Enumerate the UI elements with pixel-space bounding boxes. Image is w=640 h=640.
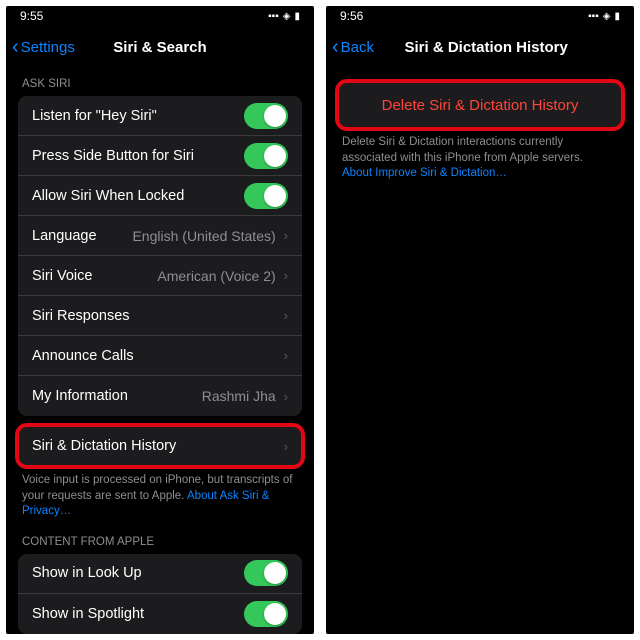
chevron-right-icon: › — [284, 389, 288, 404]
row-label: Listen for "Hey Siri" — [32, 108, 244, 124]
section-header-content: CONTENT FROM APPLE — [6, 522, 314, 554]
group-dictation-history: Siri & Dictation History › — [18, 426, 302, 466]
row-value: Rashmi Jha — [202, 388, 276, 404]
row-siri-voice[interactable]: Siri Voice American (Voice 2) › — [18, 256, 302, 296]
row-language[interactable]: Language English (United States) › — [18, 216, 302, 256]
row-value: English (United States) — [132, 228, 275, 244]
chevron-right-icon: › — [284, 439, 288, 454]
row-siri-responses[interactable]: Siri Responses › — [18, 296, 302, 336]
row-siri-dictation-history[interactable]: Siri & Dictation History › — [18, 426, 302, 466]
row-label: Press Side Button for Siri — [32, 148, 244, 164]
section-footer: Voice input is processed on iPhone, but … — [6, 466, 314, 522]
phone-right: 9:56 ▪▪▪ ◈ ▮ ‹ Back Siri & Dictation His… — [326, 6, 634, 634]
status-bar: 9:55 ▪▪▪ ◈ ▮ — [6, 6, 314, 26]
back-label: Back — [341, 39, 374, 56]
group-delete: Delete Siri & Dictation History — [338, 82, 622, 128]
row-label: Show in Look Up — [32, 565, 244, 581]
content: Delete Siri & Dictation History Delete S… — [326, 68, 634, 634]
status-time: 9:55 — [20, 9, 43, 23]
section-footer: Delete Siri & Dictation interactions cur… — [326, 128, 634, 184]
chevron-left-icon: ‹ — [332, 37, 339, 57]
page-title: Siri & Search — [113, 39, 206, 56]
row-hey-siri[interactable]: Listen for "Hey Siri" — [18, 96, 302, 136]
toggle-switch[interactable] — [244, 103, 288, 129]
chevron-right-icon: › — [284, 348, 288, 363]
toggle-switch[interactable] — [244, 143, 288, 169]
row-label: My Information — [32, 388, 202, 404]
row-label: Siri Responses — [32, 308, 284, 324]
row-label: Siri & Dictation History — [32, 438, 284, 454]
content: ASK SIRI Listen for "Hey Siri" Press Sid… — [6, 68, 314, 634]
row-my-information[interactable]: My Information Rashmi Jha › — [18, 376, 302, 416]
chevron-right-icon: › — [284, 228, 288, 243]
row-show-spotlight[interactable]: Show in Spotlight — [18, 594, 302, 634]
toggle-switch[interactable] — [244, 601, 288, 627]
row-side-button[interactable]: Press Side Button for Siri — [18, 136, 302, 176]
group-ask-siri: Listen for "Hey Siri" Press Side Button … — [18, 96, 302, 416]
status-icons: ▪▪▪ ◈ ▮ — [268, 11, 300, 22]
signal-icon: ▪▪▪ — [588, 11, 599, 22]
wifi-icon: ◈ — [283, 11, 291, 22]
back-label: Settings — [21, 39, 75, 56]
row-value: American (Voice 2) — [157, 268, 275, 284]
row-announce-calls[interactable]: Announce Calls › — [18, 336, 302, 376]
row-label: Siri Voice — [32, 268, 157, 284]
status-bar: 9:56 ▪▪▪ ◈ ▮ — [326, 6, 634, 26]
nav-bar: ‹ Settings Siri & Search — [6, 26, 314, 68]
back-button[interactable]: ‹ Settings — [6, 37, 75, 57]
row-show-lookup[interactable]: Show in Look Up — [18, 554, 302, 594]
chevron-right-icon: › — [284, 268, 288, 283]
delete-button[interactable]: Delete Siri & Dictation History — [338, 82, 622, 128]
phone-left: 9:55 ▪▪▪ ◈ ▮ ‹ Settings Siri & Search AS… — [6, 6, 314, 634]
page-title: Siri & Dictation History — [404, 39, 567, 56]
delete-label: Delete Siri & Dictation History — [382, 97, 579, 114]
row-label: Allow Siri When Locked — [32, 188, 244, 204]
group-content-apple: Show in Look Up Show in Spotlight — [18, 554, 302, 634]
toggle-switch[interactable] — [244, 183, 288, 209]
back-button[interactable]: ‹ Back — [326, 37, 374, 57]
row-label: Show in Spotlight — [32, 606, 244, 622]
nav-bar: ‹ Back Siri & Dictation History — [326, 26, 634, 68]
chevron-left-icon: ‹ — [12, 37, 19, 57]
toggle-switch[interactable] — [244, 560, 288, 586]
footer-link[interactable]: About Improve Siri & Dictation… — [342, 167, 507, 179]
chevron-right-icon: › — [284, 308, 288, 323]
wifi-icon: ◈ — [603, 11, 611, 22]
row-label: Language — [32, 228, 132, 244]
row-siri-locked[interactable]: Allow Siri When Locked — [18, 176, 302, 216]
status-icons: ▪▪▪ ◈ ▮ — [588, 11, 620, 22]
battery-icon: ▮ — [294, 11, 300, 22]
status-time: 9:56 — [340, 9, 363, 23]
battery-icon: ▮ — [614, 11, 620, 22]
footer-text: Delete Siri & Dictation interactions cur… — [342, 136, 583, 164]
signal-icon: ▪▪▪ — [268, 11, 279, 22]
section-header-ask-siri: ASK SIRI — [6, 68, 314, 96]
row-label: Announce Calls — [32, 348, 284, 364]
